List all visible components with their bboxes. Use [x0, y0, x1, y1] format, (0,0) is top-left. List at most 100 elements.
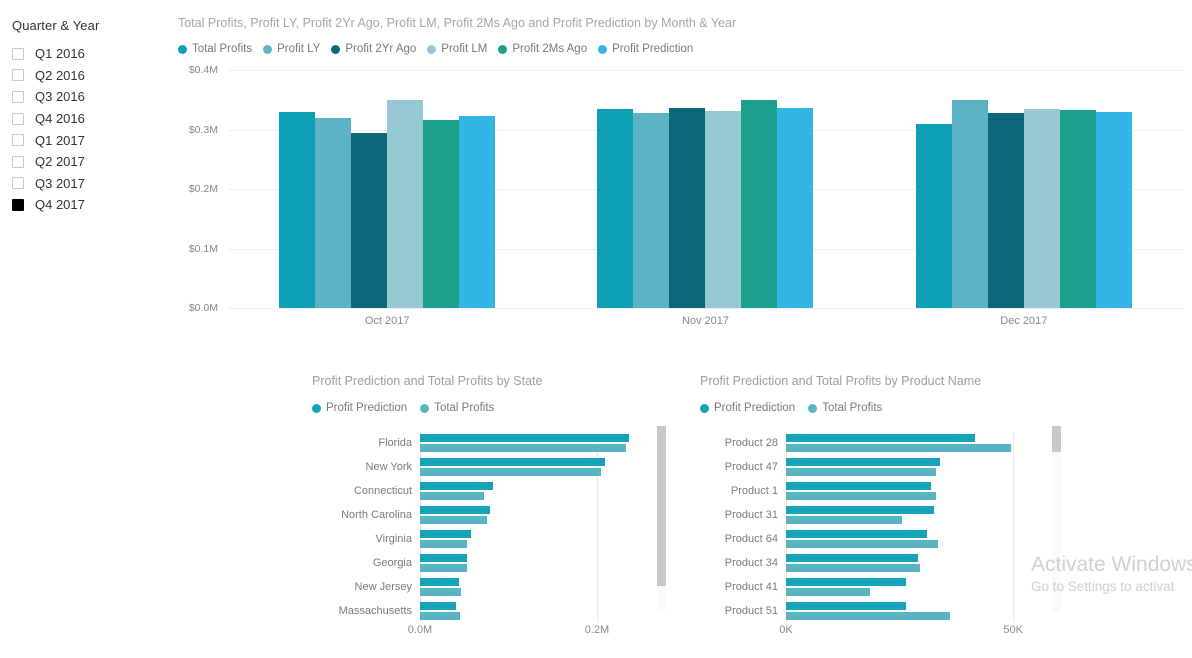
chart-bar[interactable]	[420, 433, 629, 442]
state-chart-legend: Profit Prediction Total Profits	[312, 402, 682, 414]
legend-item[interactable]: Profit LM	[427, 43, 487, 55]
legend-item[interactable]: Total Profits	[420, 402, 494, 414]
slicer-checkbox[interactable]	[12, 47, 24, 60]
chart-bar[interactable]	[786, 563, 921, 572]
chart-bar[interactable]	[786, 611, 950, 620]
chart-bar[interactable]	[669, 107, 706, 308]
slicer-item[interactable]: Q1 2016	[12, 43, 172, 65]
chart-bar[interactable]	[786, 515, 902, 524]
chart-bar[interactable]	[420, 481, 494, 490]
main-chart-x-axis: Oct 2017 Nov 2017 Dec 2017	[228, 315, 1183, 339]
legend-item[interactable]: Profit 2Yr Ago	[331, 43, 416, 55]
chart-bar[interactable]	[777, 108, 814, 308]
chart-bar[interactable]	[786, 587, 871, 596]
chart-bar[interactable]	[420, 601, 457, 610]
chart-bar[interactable]	[705, 111, 742, 308]
slicer-item[interactable]: Q3 2017	[12, 173, 172, 195]
slicer-checkbox[interactable]	[12, 134, 24, 147]
chart-bar[interactable]	[1059, 109, 1096, 308]
chart-bar[interactable]	[387, 99, 424, 308]
chart-bar[interactable]	[420, 529, 472, 538]
chart-bar[interactable]	[420, 505, 490, 514]
x-axis-tick-label: 0K	[779, 624, 793, 636]
chart-bar[interactable]	[1095, 111, 1132, 308]
chart-bar[interactable]	[351, 133, 388, 308]
category-label: New Jersey	[354, 581, 412, 593]
slicer-item-label: Q2 2017	[35, 154, 85, 170]
legend-label: Total Profits	[434, 402, 495, 414]
category-label: Product 31	[724, 509, 778, 521]
chart-bar[interactable]	[786, 505, 934, 514]
chart-bar[interactable]	[420, 611, 460, 620]
chart-bar[interactable]	[786, 433, 975, 442]
product-chart-legend: Profit Prediction Total Profits	[700, 402, 1080, 414]
category-label: Product 64	[724, 533, 778, 545]
chart-bar[interactable]	[420, 587, 461, 596]
bar-chart-row: Product 34	[700, 552, 1080, 574]
slicer-item-label: Q1 2016	[35, 46, 85, 62]
legend-item[interactable]: Total Profits	[808, 402, 882, 414]
chart-bar[interactable]	[420, 457, 605, 466]
slicer-item[interactable]: Q1 2017	[12, 129, 172, 151]
slicer-checkbox[interactable]	[12, 112, 24, 125]
legend-item[interactable]: Profit Prediction	[700, 402, 795, 414]
chart-bar[interactable]	[786, 577, 907, 586]
quarter-year-slicer: Quarter & Year Q1 2016 Q2 2016 Q3 2016 Q4 2…	[12, 18, 172, 216]
chart-bar[interactable]	[279, 111, 316, 308]
slicer-item[interactable]: Q4 2016	[12, 108, 172, 130]
chart-bar[interactable]	[420, 515, 488, 524]
product-chart-scrollbar[interactable]	[1052, 426, 1061, 612]
legend-item[interactable]: Profit LY	[263, 43, 320, 55]
chart-bar[interactable]	[420, 553, 467, 562]
legend-dot-icon	[178, 44, 187, 54]
chart-bar[interactable]	[786, 529, 927, 538]
chart-bar[interactable]	[915, 123, 952, 308]
slicer-item[interactable]: Q2 2016	[12, 65, 172, 87]
category-label: Product 41	[724, 581, 778, 593]
chart-bar[interactable]	[786, 491, 936, 500]
slicer-checkbox[interactable]	[12, 177, 24, 190]
state-chart-scrollbar[interactable]	[657, 426, 666, 612]
slicer-checkbox[interactable]	[12, 69, 24, 82]
slicer-checkbox[interactable]	[12, 90, 24, 103]
chart-bar[interactable]	[315, 117, 352, 308]
category-label: Product 47	[724, 461, 778, 473]
chart-bar[interactable]	[633, 113, 670, 308]
chart-bar[interactable]	[420, 563, 467, 572]
chart-bar[interactable]	[786, 481, 932, 490]
chart-bar[interactable]	[786, 539, 939, 548]
chart-bar[interactable]	[786, 601, 907, 610]
chart-bar[interactable]	[420, 467, 602, 476]
bar-chart-row: Product 1	[700, 480, 1080, 502]
slicer-checkbox[interactable]	[12, 155, 24, 168]
chart-bar[interactable]	[987, 113, 1024, 308]
chart-bar[interactable]	[786, 467, 936, 476]
legend-item[interactable]: Total Profits	[178, 43, 252, 55]
legend-item[interactable]: Profit Prediction	[598, 43, 693, 55]
state-chart-scroll-thumb[interactable]	[657, 426, 666, 586]
product-bar-chart: Profit Prediction and Total Profits by P…	[700, 374, 1080, 658]
slicer-item[interactable]: Q4 2017	[12, 194, 172, 216]
slicer-item[interactable]: Q2 2017	[12, 151, 172, 173]
chart-bar[interactable]	[423, 119, 460, 308]
chart-bar[interactable]	[786, 457, 941, 466]
legend-item[interactable]: Profit 2Ms Ago	[498, 43, 587, 55]
legend-label: Total Profits	[822, 402, 883, 414]
bar-chart-row: Florida	[312, 432, 682, 454]
product-chart-scroll-thumb[interactable]	[1052, 426, 1061, 452]
chart-bar[interactable]	[951, 99, 988, 308]
chart-bar[interactable]	[1023, 109, 1060, 308]
chart-bar[interactable]	[741, 99, 778, 308]
chart-bar[interactable]	[597, 108, 634, 308]
slicer-item[interactable]: Q3 2016	[12, 86, 172, 108]
chart-bar[interactable]	[420, 443, 627, 452]
main-chart-plot-area: $0.4M $0.3M $0.2M $0.1M $0.0M Oct 2017 Nov 20…	[178, 64, 1183, 346]
chart-bar[interactable]	[420, 539, 467, 548]
chart-bar[interactable]	[420, 491, 484, 500]
legend-item[interactable]: Profit Prediction	[312, 402, 407, 414]
chart-bar[interactable]	[786, 443, 1011, 452]
chart-bar[interactable]	[786, 553, 918, 562]
chart-bar[interactable]	[459, 116, 496, 308]
chart-bar[interactable]	[420, 577, 459, 586]
slicer-checkbox[interactable]	[12, 198, 24, 211]
